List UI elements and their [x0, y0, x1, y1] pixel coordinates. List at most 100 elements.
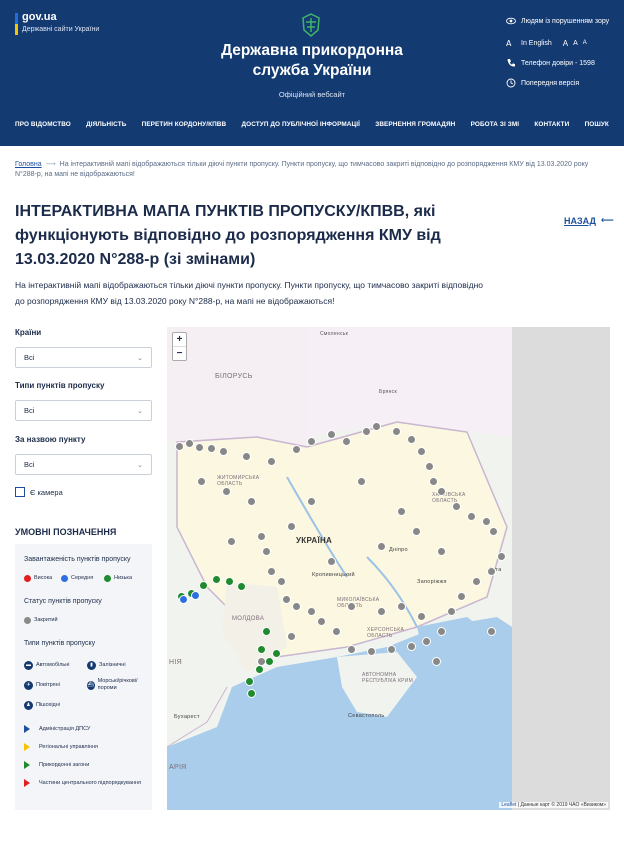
checkpoint-marker[interactable]	[175, 442, 184, 451]
checkpoint-marker[interactable]	[392, 427, 401, 436]
checkpoint-marker-low-load[interactable]	[247, 689, 256, 698]
checkpoint-marker[interactable]	[195, 443, 204, 452]
checkpoint-marker-medium-load[interactable]	[179, 595, 188, 604]
checkpoint-marker[interactable]	[307, 497, 316, 506]
checkpoint-marker[interactable]	[407, 642, 416, 651]
zoom-out-button[interactable]: −	[173, 347, 186, 361]
checkpoint-marker[interactable]	[425, 462, 434, 471]
checkpoint-marker[interactable]	[257, 532, 266, 541]
checkpoint-marker[interactable]	[332, 627, 341, 636]
checkpoint-marker[interactable]	[287, 522, 296, 531]
checkpoint-marker[interactable]	[327, 557, 336, 566]
checkpoint-marker[interactable]	[267, 567, 276, 576]
checkpoint-marker[interactable]	[277, 577, 286, 586]
nav-border-crossing[interactable]: ПЕРЕТИН КОРДОНУ/КПВВ	[142, 121, 227, 128]
checkpoint-marker[interactable]	[417, 447, 426, 456]
site-title[interactable]: Державна прикордонна служба України	[207, 41, 417, 81]
checkpoint-marker[interactable]	[357, 477, 366, 486]
checkpoint-marker-low-load[interactable]	[262, 627, 271, 636]
nav-search[interactable]: ПОШУК	[585, 121, 609, 128]
camera-checkbox[interactable]: Є камера	[15, 487, 63, 497]
checkpoint-marker[interactable]	[227, 537, 236, 546]
checkpoint-marker[interactable]	[457, 592, 466, 601]
checkpoint-marker[interactable]	[367, 647, 376, 656]
nav-about[interactable]: ПРО ВІДОМСТВО	[15, 121, 71, 128]
checkpoint-marker[interactable]	[287, 632, 296, 641]
checkpoint-marker-low-load[interactable]	[245, 677, 254, 686]
checkpoint-marker-low-load[interactable]	[272, 649, 281, 658]
checkpoint-marker[interactable]	[282, 595, 291, 604]
checkpoint-marker[interactable]	[417, 612, 426, 621]
nav-public-info[interactable]: ДОСТУП ДО ПУБЛІЧНОЇ ІНФОРМАЦІЇ	[241, 121, 360, 128]
checkpoint-marker[interactable]	[412, 527, 421, 536]
checkpoint-marker[interactable]	[377, 542, 386, 551]
checkpoint-marker[interactable]	[372, 422, 381, 431]
checkpoint-marker[interactable]	[317, 617, 326, 626]
checkpoint-marker[interactable]	[482, 517, 491, 526]
checkpoint-marker[interactable]	[397, 602, 406, 611]
checkpoint-marker[interactable]	[197, 477, 206, 486]
checkpoint-marker[interactable]	[432, 657, 441, 666]
checkpoint-marker[interactable]	[219, 447, 228, 456]
checkpoint-marker[interactable]	[472, 577, 481, 586]
checkpoint-marker[interactable]	[247, 497, 256, 506]
nav-media[interactable]: РОБОТА ЗІ ЗМІ	[471, 121, 520, 128]
interactive-map[interactable]: + − БІЛОРУСЬ УКРАЇНА МОЛДОВА Смоленськ Бр…	[167, 327, 610, 810]
checkpoint-marker[interactable]	[307, 607, 316, 616]
checkpoint-marker[interactable]	[487, 627, 496, 636]
checkpoint-marker-medium-load[interactable]	[191, 591, 200, 600]
checkpoint-marker[interactable]	[292, 445, 301, 454]
nav-appeals[interactable]: ЗВЕРНЕННЯ ГРОМАДЯН	[375, 121, 455, 128]
font-size-large[interactable]: A	[563, 39, 568, 48]
checkpoint-marker[interactable]	[437, 547, 446, 556]
checkpoint-marker[interactable]	[489, 527, 498, 536]
checkpoint-marker[interactable]	[422, 637, 431, 646]
checkpoint-marker[interactable]	[267, 457, 276, 466]
zoom-in-button[interactable]: +	[173, 333, 186, 347]
checkpoint-marker-low-load[interactable]	[257, 645, 266, 654]
language-switch[interactable]: A In English AAA	[506, 38, 587, 49]
checkpoint-marker[interactable]	[377, 607, 386, 616]
checkbox-box[interactable]	[15, 487, 25, 497]
font-size-small[interactable]: A	[583, 40, 587, 46]
checkpoint-marker[interactable]	[262, 547, 271, 556]
checkpoint-marker[interactable]	[292, 602, 301, 611]
checkpoint-marker[interactable]	[362, 427, 371, 436]
back-button[interactable]: НАЗАД ⟵	[564, 215, 614, 226]
leaflet-link[interactable]: Leaflet	[501, 802, 516, 808]
checkpoint-marker[interactable]	[185, 439, 194, 448]
checkpoint-marker[interactable]	[387, 645, 396, 654]
checkpoint-marker[interactable]	[437, 487, 446, 496]
previous-version-link[interactable]: Попередня версія	[506, 78, 579, 88]
checkpoint-marker[interactable]	[342, 437, 351, 446]
accessibility-link[interactable]: Людям із порушенням зору	[506, 16, 609, 26]
checkpoint-marker[interactable]	[429, 477, 438, 486]
checkpoint-marker[interactable]	[447, 607, 456, 616]
checkpoint-marker-low-load[interactable]	[199, 581, 208, 590]
checkpoint-marker[interactable]	[497, 552, 506, 561]
checkpoint-marker[interactable]	[327, 430, 336, 439]
font-size-medium[interactable]: A	[573, 40, 578, 47]
checkpoint-marker[interactable]	[437, 627, 446, 636]
checkpoint-marker[interactable]	[487, 567, 496, 576]
checkpoint-marker-low-load[interactable]	[212, 575, 221, 584]
nav-activity[interactable]: ДІЯЛЬНІСТЬ	[86, 121, 126, 128]
checkpoint-marker[interactable]	[347, 645, 356, 654]
checkpoint-marker[interactable]	[307, 437, 316, 446]
checkpoint-marker-low-load[interactable]	[265, 657, 274, 666]
checkpoint-marker[interactable]	[347, 602, 356, 611]
checkpoint-marker-low-load[interactable]	[225, 577, 234, 586]
checkpoint-marker[interactable]	[467, 512, 476, 521]
types-select[interactable]: Всі ⌄	[15, 400, 152, 421]
checkpoint-marker[interactable]	[222, 487, 231, 496]
checkpoint-marker[interactable]	[397, 507, 406, 516]
breadcrumb-home[interactable]: Головна	[15, 161, 42, 168]
checkpoint-marker-low-load[interactable]	[255, 665, 264, 674]
checkpoint-marker[interactable]	[407, 435, 416, 444]
gov-ua-link[interactable]: gov.ua Державні сайти України	[15, 11, 99, 35]
countries-select[interactable]: Всі ⌄	[15, 347, 152, 368]
checkpoint-marker[interactable]	[242, 452, 251, 461]
emblem-icon[interactable]	[301, 13, 321, 37]
nav-contacts[interactable]: КОНТАКТИ	[534, 121, 569, 128]
checkpoint-marker[interactable]	[452, 502, 461, 511]
